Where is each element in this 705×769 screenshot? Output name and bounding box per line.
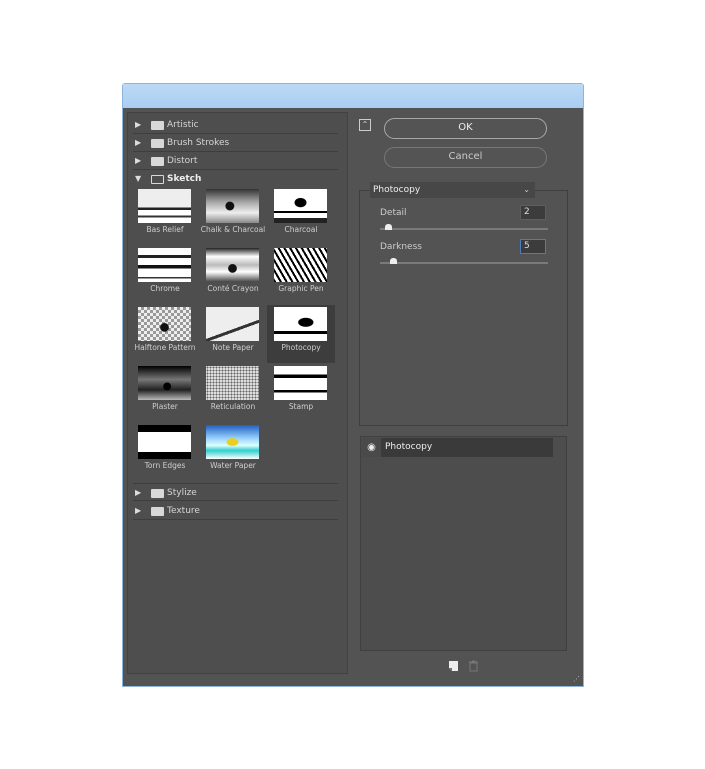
darkness-slider-handle[interactable] <box>390 258 398 264</box>
filter-thumbnail-cont-crayon[interactable]: Conté Crayon <box>199 246 267 304</box>
category-sketch[interactable]: ▼ Sketch <box>133 170 338 188</box>
filter-preview-image <box>206 366 259 400</box>
filter-thumbnail-photocopy[interactable]: Photocopy <box>267 305 335 363</box>
filter-preview-image <box>138 307 191 341</box>
resize-grip[interactable]: ⋰ <box>573 675 580 683</box>
filter-label: Conté Crayon <box>207 284 259 293</box>
collapse-icon[interactable]: ⌃ <box>359 119 371 131</box>
filter-label: Charcoal <box>284 225 318 234</box>
filter-preview-image <box>206 248 259 282</box>
filter-select[interactable]: Photocopy ⌄ <box>370 182 535 198</box>
filter-thumbnail-halftone-pattern[interactable]: Halftone Pattern <box>131 305 199 363</box>
expand-triangle-icon: ▶ <box>135 488 142 497</box>
darkness-label: Darkness <box>380 242 422 252</box>
filter-thumbnail-stamp[interactable]: Stamp <box>267 364 335 422</box>
filter-thumbnail-bas-relief[interactable]: Bas Relief <box>131 187 199 245</box>
folder-icon <box>151 139 164 148</box>
expand-triangle-icon: ▶ <box>135 506 142 515</box>
filter-label: Reticulation <box>210 402 256 411</box>
filter-preview-image <box>274 366 327 400</box>
detail-label: Detail <box>380 208 407 218</box>
expand-triangle-icon: ▶ <box>135 120 142 129</box>
filter-thumbnail-plaster[interactable]: Plaster <box>131 364 199 422</box>
detail-input[interactable]: 2 <box>520 205 546 220</box>
filter-thumbnail-charcoal[interactable]: Charcoal <box>267 187 335 245</box>
filter-preview-image <box>138 248 191 282</box>
darkness-slider[interactable] <box>380 262 548 264</box>
filter-label: Bas Relief <box>146 225 184 234</box>
category-texture[interactable]: ▶ Texture <box>133 502 338 520</box>
effect-layer-label: Photocopy <box>385 442 433 452</box>
title-bar[interactable] <box>123 84 583 108</box>
filter-label: Photocopy <box>281 343 321 352</box>
ok-button[interactable]: OK <box>384 118 547 139</box>
folder-icon <box>151 157 164 166</box>
filter-preview-image <box>274 307 327 341</box>
open-folder-icon <box>151 175 164 184</box>
folder-icon <box>151 121 164 130</box>
filter-thumbnail-water-paper[interactable]: Water Paper <box>199 423 267 481</box>
filter-label: Water Paper <box>210 461 256 470</box>
new-effect-layer-icon[interactable] <box>448 657 459 671</box>
effect-layers-panel: ◉ Photocopy <box>360 436 567 651</box>
category-distort[interactable]: ▶ Distort <box>133 152 338 170</box>
expand-triangle-icon: ▶ <box>135 156 142 165</box>
folder-icon <box>151 507 164 516</box>
filter-thumbnail-note-paper[interactable]: Note Paper <box>199 305 267 363</box>
filter-label: Stamp <box>288 402 314 411</box>
category-brush-strokes[interactable]: ▶ Brush Strokes <box>133 134 338 152</box>
filter-preview-image <box>206 189 259 223</box>
filter-select-value: Photocopy <box>373 185 421 195</box>
eye-icon[interactable]: ◉ <box>362 438 381 457</box>
filter-preview-image <box>138 189 191 223</box>
filter-gallery-window: ▶ Artistic ▶ Brush Strokes ▶ Distort ▼ Sketc… <box>122 83 584 687</box>
filter-preview-image <box>206 307 259 341</box>
filter-label: Chrome <box>150 284 180 293</box>
filter-label: Plaster <box>152 402 178 411</box>
filter-preview-image <box>138 425 191 459</box>
collapse-triangle-icon: ▼ <box>135 174 142 183</box>
category-artistic[interactable]: ▶ Artistic <box>133 116 338 134</box>
filter-label: Torn Edges <box>144 461 186 470</box>
filter-preview-image <box>274 248 327 282</box>
effect-layer-row[interactable]: ◉ Photocopy <box>362 438 553 457</box>
filter-thumbnail-reticulation[interactable]: Reticulation <box>199 364 267 422</box>
detail-slider-handle[interactable] <box>385 224 393 230</box>
filter-thumbnail-torn-edges[interactable]: Torn Edges <box>131 423 199 481</box>
category-stylize[interactable]: ▶ Stylize <box>133 483 338 501</box>
folder-icon <box>151 489 164 498</box>
filter-thumbnail-graphic-pen[interactable]: Graphic Pen <box>267 246 335 304</box>
cancel-button[interactable]: Cancel <box>384 147 547 168</box>
detail-slider[interactable] <box>380 228 548 230</box>
filter-thumbnail-chalk-charcoal[interactable]: Chalk & Charcoal <box>199 187 267 245</box>
filter-label: Graphic Pen <box>278 284 324 293</box>
filter-preview-image <box>274 189 327 223</box>
darkness-input[interactable]: 5 <box>520 239 546 254</box>
trash-icon[interactable] <box>468 657 479 672</box>
chevron-down-icon: ⌄ <box>523 185 530 194</box>
filter-label: Halftone Pattern <box>134 343 196 352</box>
filter-label: Note Paper <box>212 343 254 352</box>
filter-preview-image <box>206 425 259 459</box>
filter-label: Chalk & Charcoal <box>200 225 266 234</box>
filter-preview-image <box>138 366 191 400</box>
expand-triangle-icon: ▶ <box>135 138 142 147</box>
filter-thumbnail-chrome[interactable]: Chrome <box>131 246 199 304</box>
